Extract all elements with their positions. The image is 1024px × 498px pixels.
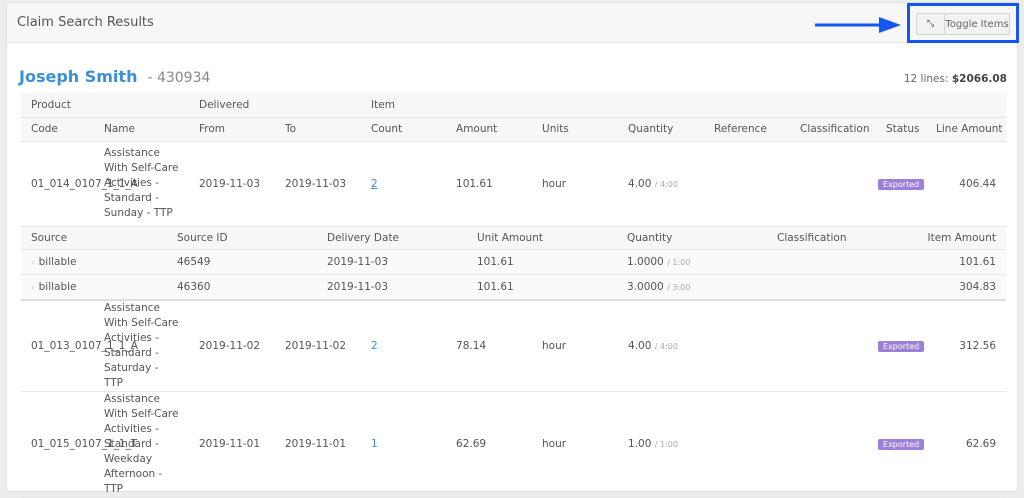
highlight-box: ⤡ Toggle Items xyxy=(907,3,1019,43)
status-badge: Exported xyxy=(878,178,925,190)
lines-count: 12 lines: xyxy=(903,73,949,85)
client-heading: Joseph Smith - 430934 xyxy=(19,67,210,86)
quantity-hours: / 1:00 xyxy=(654,440,678,449)
column-header[interactable]: Units xyxy=(532,117,619,142)
subtable-column-header[interactable]: Source xyxy=(21,226,167,250)
delivered-to: 2019-11-01 xyxy=(285,438,347,450)
item-delivery-date: 2019-11-03 xyxy=(317,249,467,275)
subtable-column-header[interactable]: Unit Amount xyxy=(467,226,617,250)
table-row[interactable]: 01_014_0107_1_1_A Assistance With Self-Ca… xyxy=(21,141,1007,227)
status-badge: Exported xyxy=(878,439,925,450)
table-row[interactable]: 01_015_0107_1_1_T Assistance With Self-Ca… xyxy=(21,391,1007,498)
column-header[interactable]: Reference xyxy=(704,117,791,142)
item-count-link[interactable]: 1 xyxy=(371,438,378,450)
table-row[interactable]: 01_013_0107_1_1_A Assistance With Self-Ca… xyxy=(21,300,1007,392)
delivered-to: 2019-11-03 xyxy=(285,177,347,190)
column-header[interactable]: Quantity xyxy=(618,117,705,142)
client-name[interactable]: Joseph Smith xyxy=(19,67,137,86)
item-source-id: 46549 xyxy=(167,249,317,275)
units: hour xyxy=(542,339,567,352)
page-title: Claim Search Results xyxy=(17,15,154,30)
product-name: Assistance With Self-Care Activities - S… xyxy=(104,147,179,219)
column-header[interactable]: From xyxy=(189,117,275,142)
toggle-items-button[interactable]: ⤡ Toggle Items xyxy=(916,13,1010,35)
item-delivery-date: 2019-11-03 xyxy=(317,274,467,301)
quantity: 1.00 xyxy=(628,438,652,450)
delivered-from: 2019-11-03 xyxy=(199,177,261,190)
claim-search-panel: Claim Search Results ⤡ Toggle Items Jose… xyxy=(6,2,1019,498)
amount: 78.14 xyxy=(456,339,487,352)
column-header[interactable]: Line Amount xyxy=(926,117,1007,142)
chevron-right-icon[interactable]: › xyxy=(31,283,35,293)
item-quantity-hours: / 3:00 xyxy=(667,282,691,292)
item-count-link[interactable]: 2 xyxy=(371,340,378,352)
item-row[interactable]: › billable 46549 2019-11-03 101.61 1.0000… xyxy=(21,249,1006,275)
subtable-column-header[interactable]: Item Amount xyxy=(917,226,1006,250)
item-source: billable xyxy=(38,256,77,268)
item-quantity: 1.0000 xyxy=(627,256,664,268)
column-header[interactable]: To xyxy=(275,117,362,142)
group-delivered: Delivered xyxy=(189,93,362,118)
quantity-hours: / 4:00 xyxy=(654,179,678,189)
product-name: Assistance With Self-Care Activities - S… xyxy=(104,392,179,495)
delivered-to: 2019-11-02 xyxy=(285,339,347,352)
item-source-id: 46360 xyxy=(167,274,317,301)
line-amount: 62.69 xyxy=(965,438,997,450)
amount: 101.61 xyxy=(456,177,493,190)
total-amount: $2066.08 xyxy=(951,73,1007,85)
delivered-from: 2019-11-02 xyxy=(199,339,261,352)
items-subtable: Source Source ID Delivery Date Unit Amount Q… xyxy=(21,226,1006,301)
subtable-column-header[interactable]: Quantity xyxy=(617,226,767,250)
line-amount: 406.44 xyxy=(959,177,997,190)
compress-icon: ⤡ xyxy=(917,14,945,34)
item-amount: 101.61 xyxy=(917,249,1006,275)
item-source: billable xyxy=(38,280,77,293)
line-amount: 312.56 xyxy=(959,339,997,352)
column-header[interactable]: Code xyxy=(21,117,104,142)
column-header-row: Code Name From To Count Amount Units Quantity Re… xyxy=(21,117,1007,142)
quantity: 4.00 xyxy=(628,177,652,190)
claim-lines-table: Product Delivered Item Code Name From To Cou… xyxy=(21,93,1007,498)
subtable-column-header[interactable]: Delivery Date xyxy=(317,226,467,250)
units: hour xyxy=(542,438,567,450)
units: hour xyxy=(542,177,567,190)
toggle-items-label: Toggle Items xyxy=(945,18,1009,30)
delivered-from: 2019-11-01 xyxy=(199,438,261,450)
subtable-column-header[interactable]: Classification xyxy=(767,226,917,250)
column-header[interactable]: Amount xyxy=(446,117,533,142)
item-unit-amount: 101.61 xyxy=(467,274,617,301)
item-amount: 304.83 xyxy=(917,274,1006,301)
items-subtable-row: Source Source ID Delivery Date Unit Amount Q… xyxy=(21,226,1006,301)
group-header-row: Product Delivered Item xyxy=(21,93,1007,118)
item-classification xyxy=(767,274,917,301)
column-header[interactable]: Name xyxy=(104,117,189,142)
totals: 12 lines: $2066.08 xyxy=(904,73,1007,85)
item-row[interactable]: › billable 46360 2019-11-03 101.61 3.0000… xyxy=(21,274,1006,301)
chevron-right-icon[interactable]: › xyxy=(31,258,35,268)
quantity-hours: / 4:00 xyxy=(654,341,678,351)
subtable-header-row: Source Source ID Delivery Date Unit Amount Q… xyxy=(21,226,1006,250)
subtable-column-header[interactable]: Source ID xyxy=(167,226,317,250)
group-product: Product xyxy=(21,93,189,118)
panel-header: Claim Search Results ⤡ Toggle Items xyxy=(7,3,1019,43)
status-badge: Exported xyxy=(878,340,925,352)
quantity: 4.00 xyxy=(628,339,652,352)
item-unit-amount: 101.61 xyxy=(467,249,617,275)
group-item: Item xyxy=(361,93,1007,118)
item-quantity-hours: / 1:00 xyxy=(667,258,691,267)
column-header[interactable]: Classification xyxy=(790,117,877,142)
amount: 62.69 xyxy=(456,438,487,450)
product-name: Assistance With Self-Care Activities - S… xyxy=(104,301,179,389)
column-header[interactable]: Count xyxy=(361,117,447,142)
item-count-link[interactable]: 2 xyxy=(371,178,378,190)
client-id: - 430934 xyxy=(147,70,211,86)
item-quantity: 3.0000 xyxy=(627,280,664,293)
column-header[interactable]: Status xyxy=(876,117,927,142)
item-classification xyxy=(767,249,917,275)
arrow-right-icon xyxy=(815,17,901,33)
